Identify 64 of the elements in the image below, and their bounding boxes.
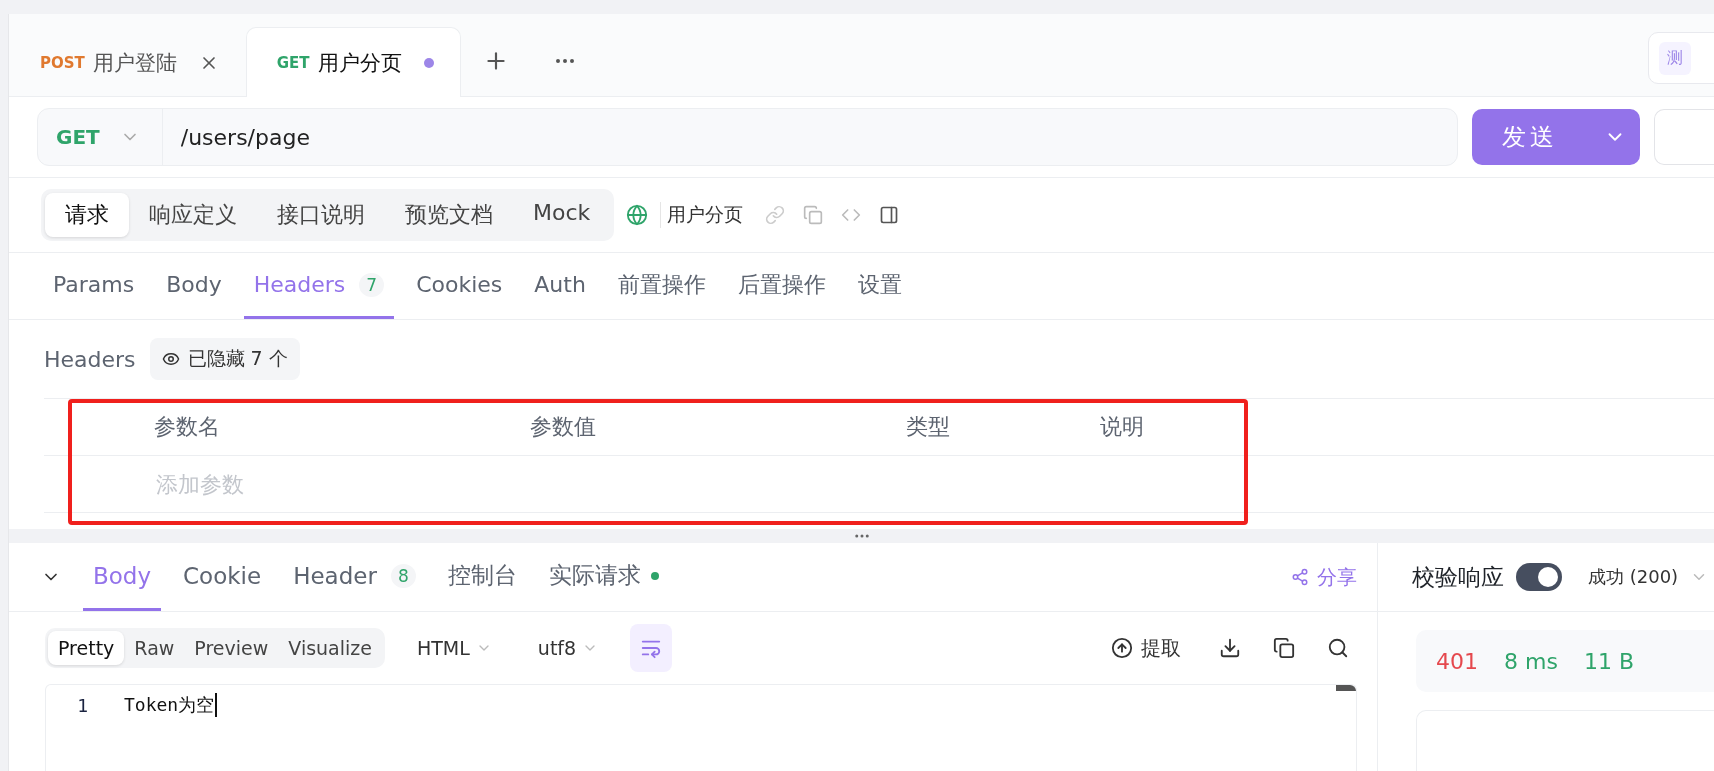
view-tab[interactable]: Mock — [513, 193, 611, 237]
param-tab[interactable]: Cookies — [406, 253, 513, 319]
response-tab[interactable]: 控制台 — [437, 543, 527, 611]
section-title: Headers — [44, 346, 136, 372]
format-tab[interactable]: Visualize — [278, 631, 382, 665]
method-label: POST — [40, 53, 85, 72]
tab-title: 用户登陆 — [92, 49, 177, 77]
tab-title: 用户分页 — [317, 49, 402, 77]
metric-value: 11 B — [1583, 648, 1634, 674]
view-tab[interactable]: 响应定义 — [129, 193, 257, 237]
param-tab[interactable]: Params — [43, 253, 145, 319]
param-tab[interactable]: 设置 — [847, 253, 912, 319]
param-tab[interactable]: Headers 7 — [243, 253, 395, 319]
share-link[interactable]: 分享 — [1291, 543, 1357, 611]
eye-icon — [161, 350, 180, 368]
view-tab[interactable]: 请求 — [45, 193, 129, 237]
request-tab[interactable]: GET 用户分页 — [245, 27, 461, 97]
format-tab[interactable]: Pretty — [48, 631, 125, 665]
column-header: 类型 — [906, 413, 951, 441]
format-tab[interactable]: Raw — [124, 631, 185, 665]
environment-badge: 测 — [1659, 41, 1691, 75]
view-tab[interactable]: 预览文档 — [385, 193, 513, 237]
response-tab[interactable]: Body — [83, 543, 162, 611]
column-header: 参数名 — [154, 413, 221, 441]
column-header: 参数值 — [530, 413, 597, 441]
status-select[interactable]: 成功 (200) — [1588, 565, 1679, 589]
format-tab[interactable]: Preview — [184, 631, 279, 665]
param-tab[interactable]: Body — [156, 253, 232, 319]
view-tab[interactable]: 接口说明 — [257, 193, 385, 237]
line-number: 1 — [76, 694, 88, 716]
send-button[interactable]: 发送 — [1472, 109, 1640, 165]
param-tab[interactable]: 前置操作 — [607, 253, 716, 319]
column-header: 说明 — [1100, 413, 1145, 441]
extract-button[interactable]: 提取 — [1105, 633, 1187, 663]
search-icon[interactable] — [1327, 637, 1349, 659]
copy-icon[interactable] — [1273, 637, 1295, 659]
validation-label: 校验响应 — [1412, 562, 1504, 592]
url-field[interactable]: /users/page — [162, 109, 1457, 165]
metric-value: 8 ms — [1504, 648, 1558, 674]
param-tab[interactable]: 后置操作 — [727, 253, 836, 319]
hidden-headers-toggle[interactable]: 已隐藏 7 个 — [149, 338, 300, 380]
validation-switch[interactable] — [1516, 563, 1562, 591]
endpoint-name: 用户分页 — [660, 202, 744, 228]
add-parameter-field[interactable]: 添加参数 — [154, 470, 906, 498]
request-tab[interactable]: POST 用户登陆 — [9, 27, 246, 97]
metric-value: 401 — [1436, 648, 1478, 674]
encoding-select[interactable]: utf8 — [523, 637, 613, 659]
response-tab[interactable]: 实际请求 — [538, 543, 669, 611]
download-icon[interactable] — [1219, 637, 1241, 659]
method-label: GET — [276, 53, 310, 72]
wrap-button[interactable] — [630, 624, 673, 672]
code-line: Token为空 — [124, 693, 218, 717]
globe-icon[interactable] — [626, 204, 649, 226]
count-badge: 7 — [359, 272, 385, 297]
count-badge: 8 — [390, 563, 416, 588]
share-icon — [1291, 568, 1309, 586]
scrollbar-thumb — [1336, 685, 1356, 691]
upload-icon — [1111, 637, 1133, 659]
param-tab[interactable]: Auth — [524, 253, 596, 319]
response-tab[interactable]: Cookie — [173, 543, 272, 611]
panel-icon[interactable] — [879, 205, 900, 225]
url-bar[interactable]: GET /users/page — [37, 108, 1458, 166]
response-tab[interactable]: Header 8 — [283, 543, 426, 611]
content-type-select[interactable]: HTML — [402, 637, 506, 659]
